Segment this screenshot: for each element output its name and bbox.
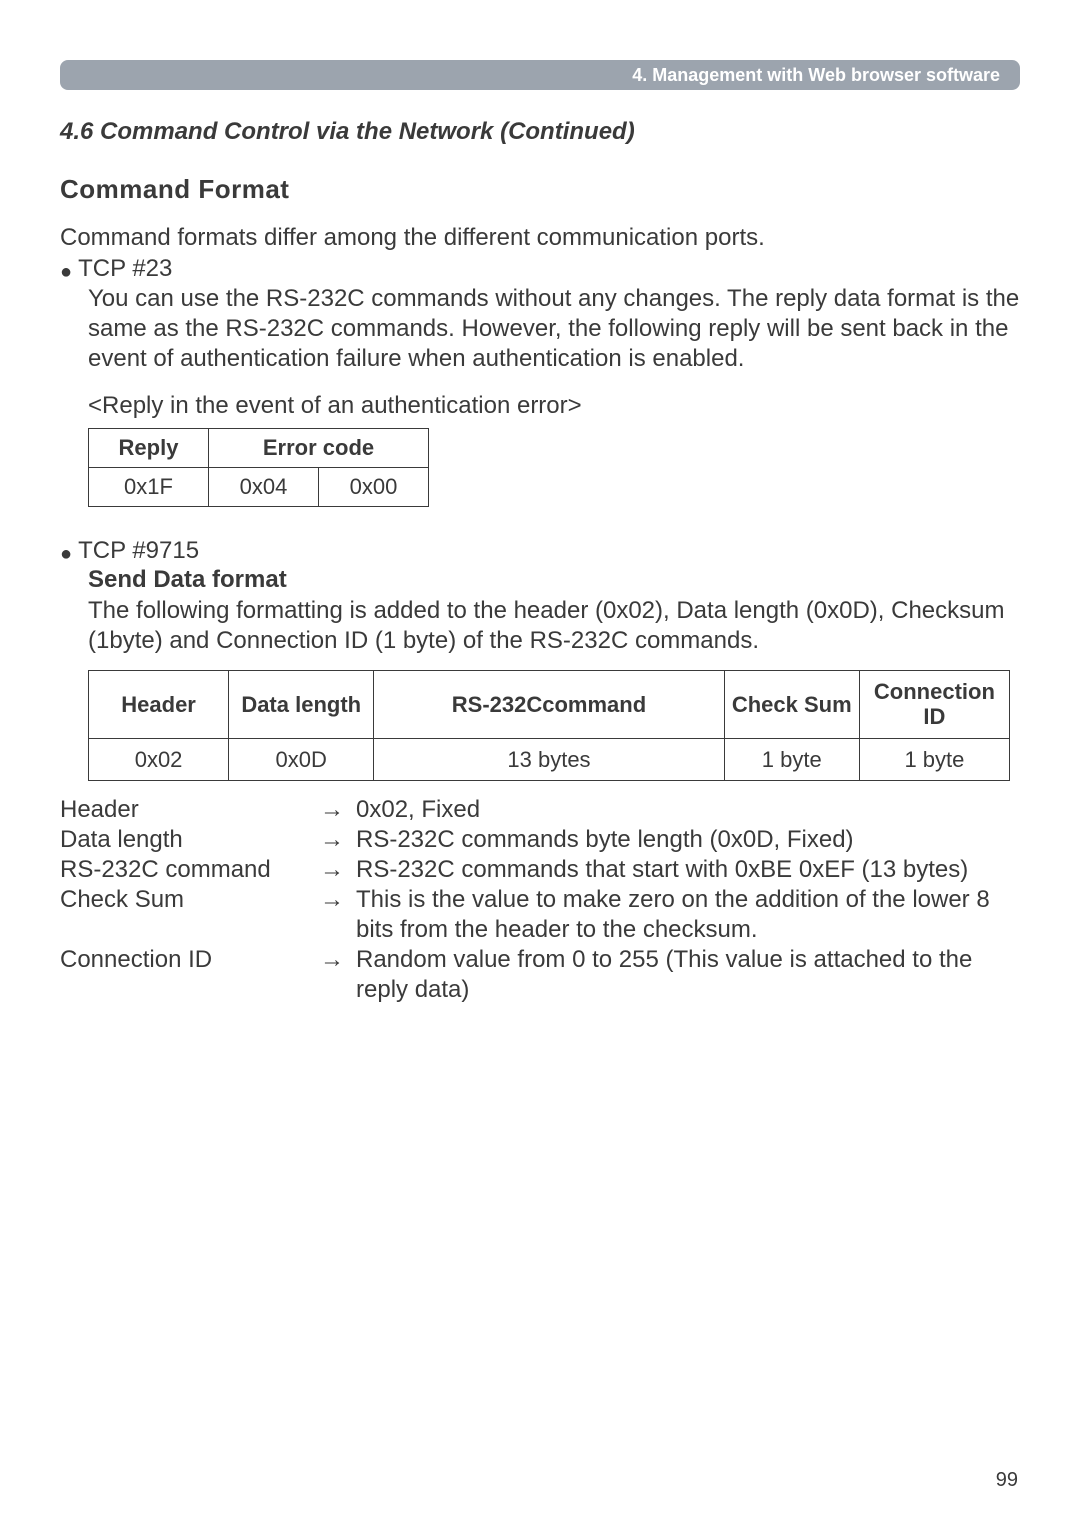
th-connection-id: Connection ID	[859, 671, 1009, 739]
def-term: Check Sum	[60, 885, 320, 915]
arrow-icon: →	[320, 795, 356, 825]
td-data-length-val: 0x0D	[229, 738, 374, 780]
bullet-icon: ●	[60, 261, 72, 284]
chapter-header-bar: 4. Management with Web browser software	[60, 60, 1020, 90]
def-desc: 0x02, Fixed	[356, 795, 1020, 825]
tcp9715-paragraph: The following formatting is added to the…	[88, 596, 1020, 656]
def-desc: This is the value to make zero on the ad…	[356, 885, 1020, 945]
arrow-icon: →	[320, 855, 356, 885]
send-data-format-table: Header Data length RS-232Ccommand Check …	[88, 670, 1010, 781]
def-term: Header	[60, 795, 320, 825]
th-header: Header	[89, 671, 229, 739]
field-definitions: Header → 0x02, Fixed Data length → RS-23…	[60, 795, 1020, 1005]
def-desc: RS-232C commands byte length (0x0D, Fixe…	[356, 825, 1020, 855]
td-connection-id-val: 1 byte	[859, 738, 1009, 780]
def-desc: Random value from 0 to 255 (This value i…	[356, 945, 1020, 1005]
def-row: Check Sum → This is the value to make ze…	[60, 885, 1020, 945]
section-title: 4.6 Command Control via the Network (Con…	[60, 118, 1020, 146]
tcp9715-bullet-row: ● TCP #9715	[60, 537, 1020, 566]
def-term: Data length	[60, 825, 320, 855]
th-reply: Reply	[89, 429, 209, 468]
def-term: Connection ID	[60, 945, 320, 975]
chapter-header-text: 4. Management with Web browser software	[632, 65, 1000, 86]
td-err2: 0x00	[319, 468, 429, 507]
td-err1: 0x04	[209, 468, 319, 507]
def-row: Connection ID → Random value from 0 to 2…	[60, 945, 1020, 1005]
def-term: RS-232C command	[60, 855, 320, 885]
def-row: Data length → RS-232C commands byte leng…	[60, 825, 1020, 855]
tcp9715-label: TCP #9715	[78, 537, 199, 565]
send-data-format-title: Send Data format	[88, 566, 1020, 594]
arrow-icon: →	[320, 885, 356, 915]
page-number: 99	[996, 1469, 1018, 1492]
td-header-val: 0x02	[89, 738, 229, 780]
def-row: Header → 0x02, Fixed	[60, 795, 1020, 825]
td-rs232c-command-val: 13 bytes	[374, 738, 724, 780]
td-reply-val: 0x1F	[89, 468, 209, 507]
intro-paragraph: Command formats differ among the differe…	[60, 223, 1020, 253]
th-rs232c-command: RS-232Ccommand	[374, 671, 724, 739]
th-error-code: Error code	[209, 429, 429, 468]
td-check-sum-val: 1 byte	[724, 738, 859, 780]
tcp23-paragraph: You can use the RS-232C commands without…	[88, 284, 1020, 374]
def-desc: RS-232C commands that start with 0xBE 0x…	[356, 855, 1020, 885]
th-data-length: Data length	[229, 671, 374, 739]
auth-error-caption: <Reply in the event of an authentication…	[88, 392, 1020, 420]
th-check-sum: Check Sum	[724, 671, 859, 739]
arrow-icon: →	[320, 945, 356, 975]
def-row: RS-232C command → RS-232C commands that …	[60, 855, 1020, 885]
command-format-heading: Command Format	[60, 174, 1020, 205]
tcp23-label: TCP #23	[78, 255, 172, 283]
bullet-icon: ●	[60, 543, 72, 566]
tcp23-bullet-row: ● TCP #23	[60, 255, 1020, 284]
arrow-icon: →	[320, 825, 356, 855]
auth-error-table: Reply Error code 0x1F 0x04 0x00	[88, 428, 429, 507]
